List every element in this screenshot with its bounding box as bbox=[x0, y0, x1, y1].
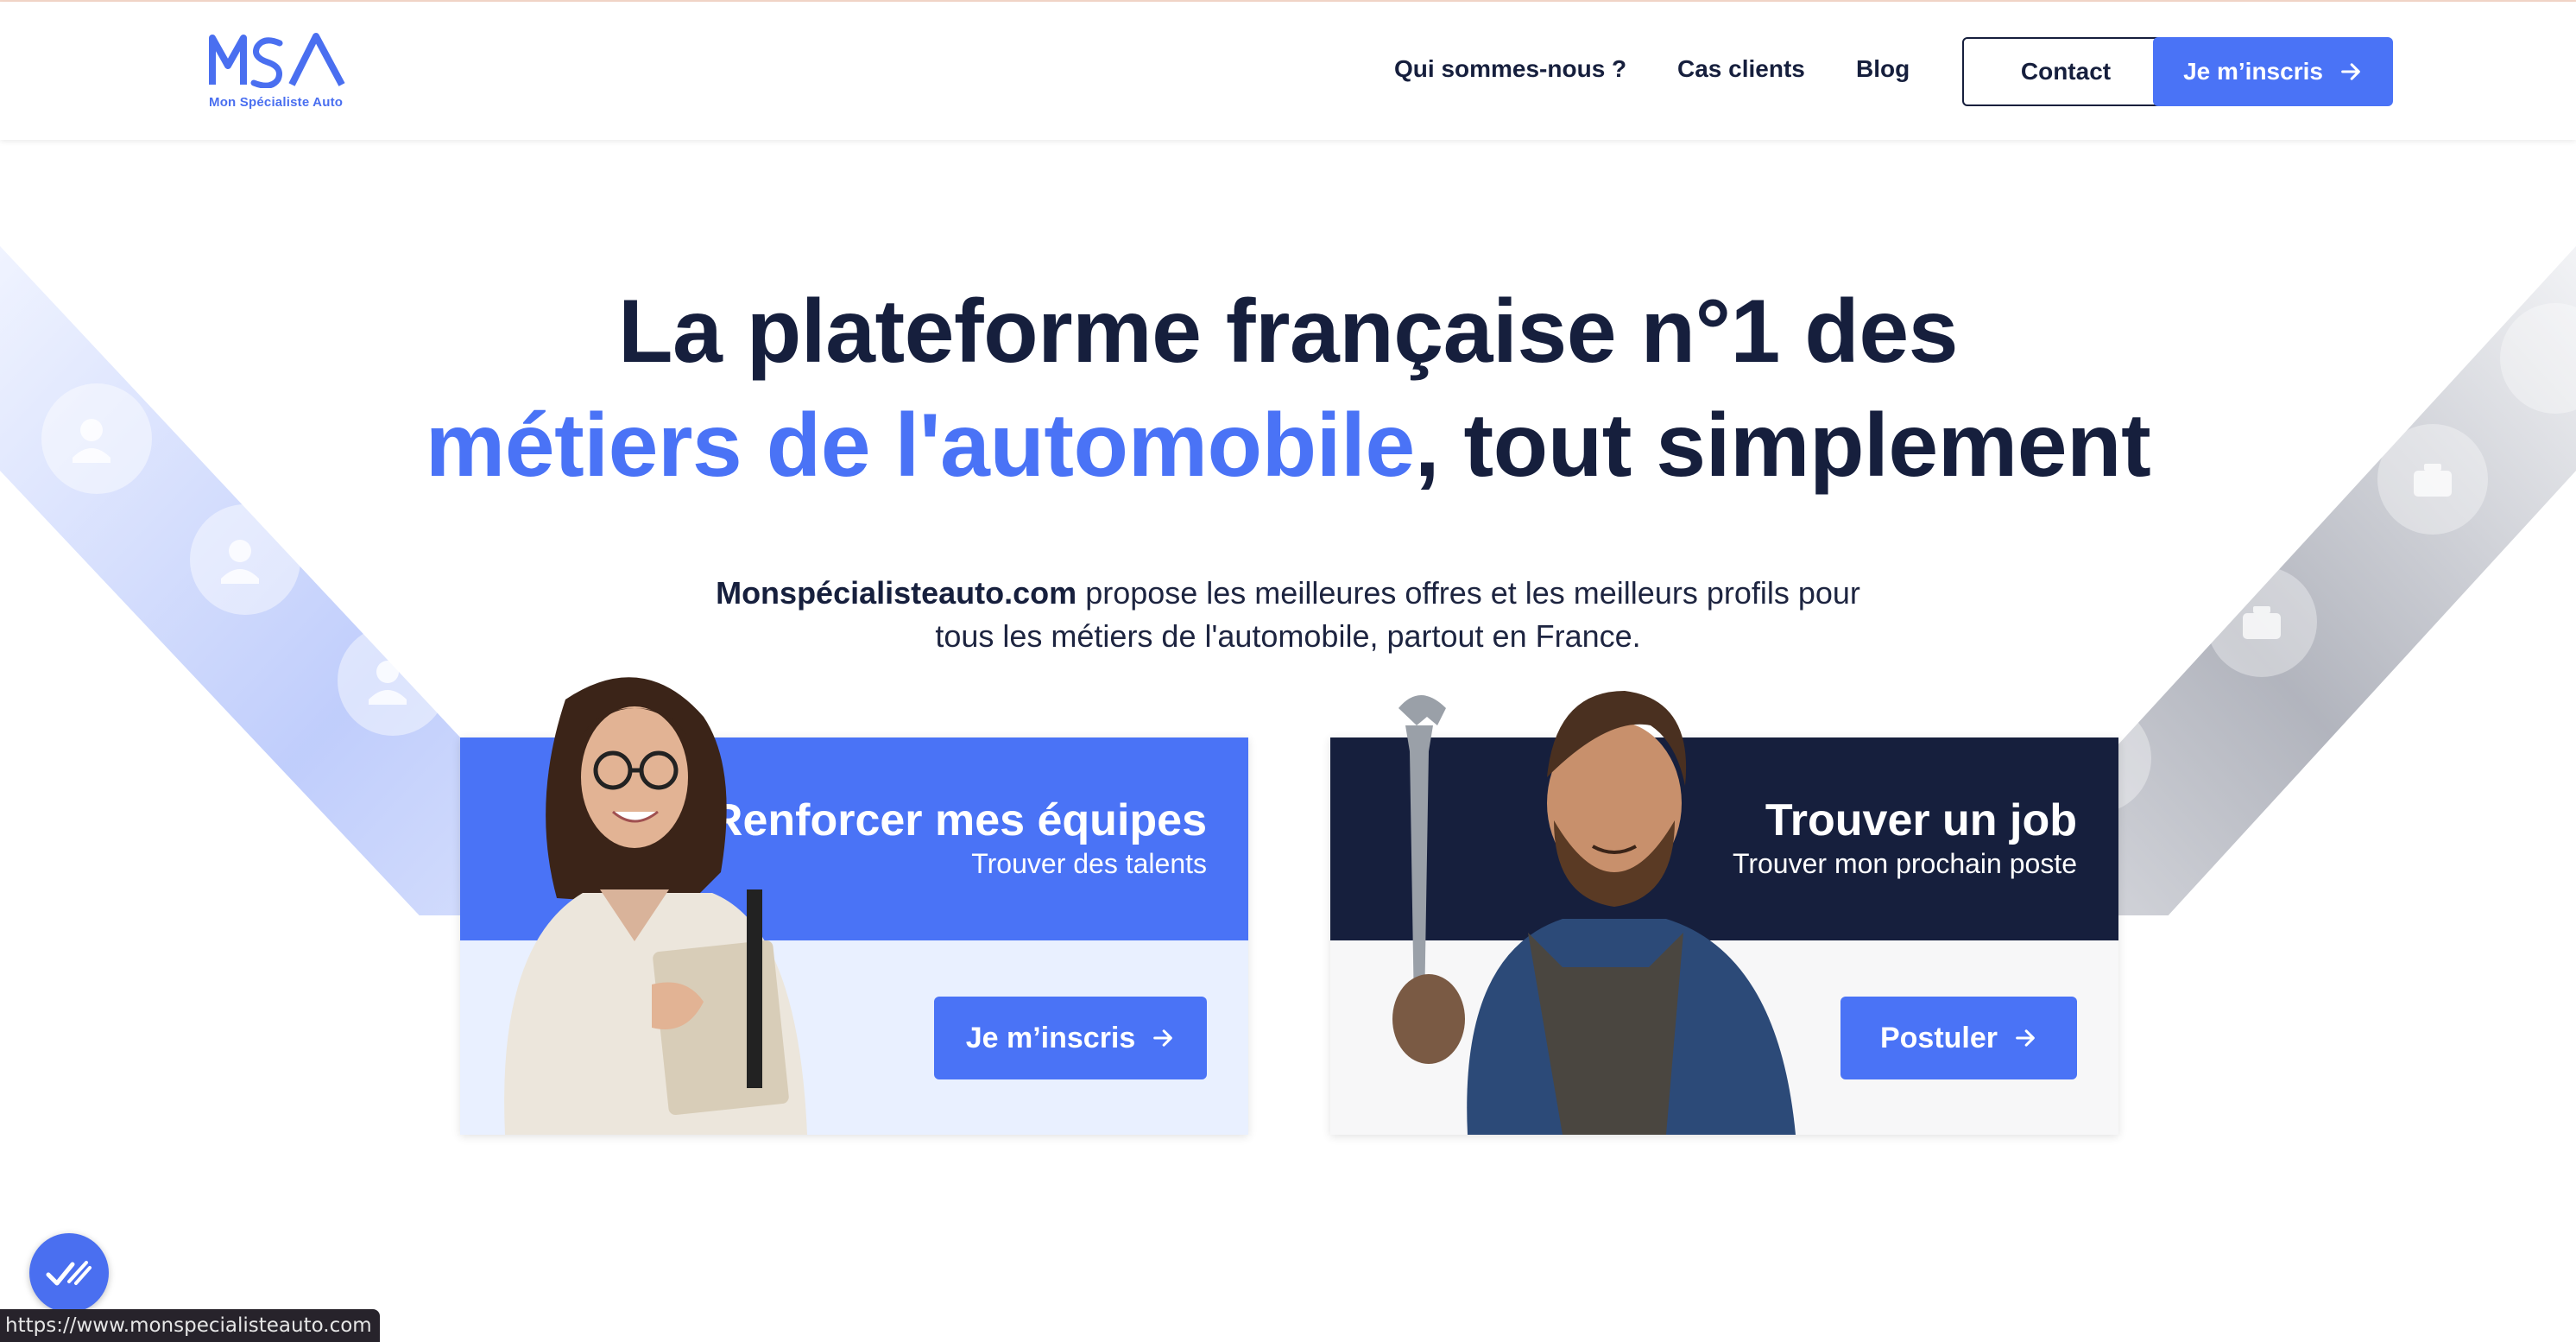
signup-button-label: Je m’inscris bbox=[2183, 58, 2323, 85]
employer-signup-label: Je m’inscris bbox=[965, 1021, 1136, 1054]
arrow-right-icon bbox=[2341, 63, 2360, 80]
contact-button[interactable]: Contact bbox=[1962, 37, 2169, 106]
nav-link-blog[interactable]: Blog bbox=[1856, 55, 1910, 83]
apply-button-label: Postuler bbox=[1879, 1021, 1998, 1054]
msa-logo-icon bbox=[209, 33, 345, 89]
site-logo[interactable]: Mon Spécialiste Auto bbox=[209, 31, 356, 110]
chat-widget-button[interactable] bbox=[29, 1233, 109, 1313]
site-header: Mon Spécialiste Auto Qui sommes-nous ? C… bbox=[0, 2, 2576, 140]
contact-button-label: Contact bbox=[2020, 58, 2112, 85]
employer-card-subtitle: Trouver des talents bbox=[971, 848, 1207, 879]
hero-intro: Monspécialisteauto.com propose les meill… bbox=[684, 572, 1892, 658]
hero-title-accent: métiers de l'automobile bbox=[425, 396, 1415, 496]
businesswoman-photo bbox=[504, 677, 807, 1135]
apply-button[interactable]: Postuler bbox=[1840, 997, 2077, 1079]
chat-icon bbox=[46, 1261, 92, 1286]
mechanic-photo bbox=[1392, 691, 1796, 1135]
hero-title-line1: La plateforme française n°1 des bbox=[617, 282, 1959, 382]
hero-title-rest: , tout simplement bbox=[1414, 396, 2151, 496]
intro-brand: Monspécialisteauto.com bbox=[716, 575, 1077, 611]
status-bar-url: https://www.monspecialisteauto.com bbox=[0, 1309, 380, 1342]
nav-link-case-studies[interactable]: Cas clients bbox=[1677, 55, 1805, 83]
arrow-right-icon bbox=[2016, 1029, 2035, 1047]
nav-link-about[interactable]: Qui sommes-nous ? bbox=[1394, 55, 1626, 83]
arrow-right-icon bbox=[1153, 1029, 1173, 1047]
employer-signup-button[interactable]: Je m’inscris bbox=[934, 997, 1207, 1079]
logo-tagline: Mon Spécialiste Auto bbox=[209, 95, 344, 110]
decorative-bands bbox=[0, 246, 2576, 915]
hero-title: La plateforme française n°1 des métiers … bbox=[0, 275, 2576, 503]
signup-button[interactable]: Je m’inscris bbox=[2153, 37, 2393, 106]
